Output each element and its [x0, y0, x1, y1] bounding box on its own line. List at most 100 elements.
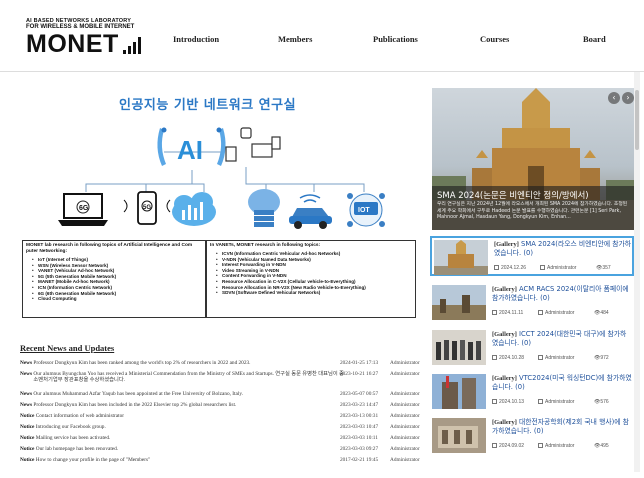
gallery-item[interactable]: [Gallery] ICCT 2024(대한민국 대구)에 참가하였습니다. (…: [430, 328, 634, 368]
news-row[interactable]: Notice Our lab homepage has been renovat…: [20, 446, 428, 457]
news-category: Notice: [20, 446, 35, 452]
vanet-topics-heading: In VANETs, MONET research in following t…: [210, 243, 321, 248]
news-author: Administrator: [390, 457, 420, 463]
gallery-author: Administrator: [545, 355, 575, 361]
gallery-meta: 2024.10.28 Administrator 👁 972: [492, 355, 632, 363]
slider-prev-icon[interactable]: ‹: [608, 92, 620, 104]
gallery-thumb[interactable]: [432, 418, 486, 453]
news-date: 2023-05-07 00:57: [340, 391, 379, 397]
news-text[interactable]: Professor Dongkyun Kim has been included…: [33, 402, 236, 408]
gallery-author: Administrator: [547, 265, 577, 271]
gallery-tag: [Gallery]: [492, 419, 517, 426]
gallery-thumb[interactable]: [432, 285, 486, 320]
gallery-tag: [Gallery]: [494, 241, 519, 248]
gallery-meta: 2024.09.02 Administrator 👁 495: [492, 443, 632, 451]
gallery-item[interactable]: [Gallery] VTC2024(미국 워싱턴DC)에 참가하였습니다. (0…: [430, 372, 634, 412]
server-cloud-icon: [248, 189, 280, 227]
news-author: Administrator: [390, 424, 420, 430]
logo-text: MONET: [26, 30, 119, 58]
phone-5g-icon: 5G: [123, 191, 171, 225]
news-row[interactable]: News Our alumnus Muhammad Azfar Yaqub ha…: [20, 391, 428, 402]
news-author: Administrator: [390, 402, 420, 408]
nav-publications[interactable]: Publications: [373, 34, 418, 48]
slider-next-icon[interactable]: ›: [622, 92, 634, 104]
news-category: Notice: [20, 435, 35, 441]
news-category: News: [20, 402, 33, 408]
news-row[interactable]: Notice Introducing our Facebook group. 2…: [20, 424, 428, 435]
gallery-author: Administrator: [545, 443, 575, 449]
gallery-title[interactable]: [Gallery] ICCT 2024(대한민국 대구)에 참가하였습니다. (…: [492, 330, 632, 348]
gallery-item[interactable]: [Gallery] SMA 2024(라오스 비엔티안에 참가하였습니다. (0…: [430, 236, 634, 276]
news-text[interactable]: Mailing service has been activated.: [36, 435, 111, 441]
topic-item: Cloud Computing: [32, 296, 202, 302]
news-text[interactable]: Introducing our Facebook group.: [36, 424, 106, 430]
research-infographic: 인공지능 기반 네트워크 연구실 6G 5G IOT AI MONET lab …: [14, 92, 422, 322]
user-icon: [538, 399, 543, 404]
news-category: News: [20, 360, 33, 366]
news-row[interactable]: News Professor Dongkyun Kim has been ran…: [20, 360, 428, 371]
gallery-thumb[interactable]: [432, 374, 486, 409]
news-date: 2024-01-25 17:13: [340, 360, 379, 366]
vanet-topics-box: In VANETs, MONET research in following t…: [206, 240, 416, 318]
news-row[interactable]: News Professor Dongkyun Kim has been inc…: [20, 402, 428, 413]
gallery-views: 972: [600, 355, 609, 361]
network-diagram: 6G 5G IOT: [58, 127, 385, 229]
recent-news-title[interactable]: Recent News and Updates: [20, 343, 114, 353]
news-row[interactable]: Notice How to change your profile in the…: [20, 457, 428, 468]
gallery-slider[interactable]: SMA 2024(논문은 비엔티안 정의/방에서) 우리 연구실은 지난 202…: [432, 88, 634, 230]
news-text[interactable]: Our alumnus Byungchan Yoo has received a…: [33, 371, 345, 383]
news-text[interactable]: Contact information of web administrator: [36, 413, 124, 419]
news-category: News: [20, 391, 33, 397]
scrollbar-thumb[interactable]: [635, 90, 639, 150]
news-category: Notice: [20, 424, 35, 430]
user-icon: [538, 355, 543, 360]
news-row[interactable]: News Our alumnus Byungchan Yoo has recei…: [20, 371, 428, 391]
gallery-date: 2024.12.26: [501, 265, 527, 271]
user-icon: [538, 310, 543, 315]
news-text[interactable]: Our alumnus Muhammad Azfar Yaqub has bee…: [33, 391, 243, 397]
news-text[interactable]: Professor Dongkyun Kim has been ranked a…: [33, 360, 250, 366]
gallery-title[interactable]: [Gallery] ACM RACS 2024(이탈리아 폼페이에 참가하였습니…: [492, 285, 632, 303]
nav-board[interactable]: Board: [583, 34, 606, 48]
news-author: Administrator: [390, 371, 420, 377]
nav-introduction[interactable]: Introduction: [173, 34, 219, 48]
news-category: Notice: [20, 413, 35, 419]
gallery-title[interactable]: [Gallery] 대한전자공학회(제2회 국내 행사)에 참가하였습니다. (…: [492, 418, 632, 436]
news-date: 2023-03-23 14:47: [340, 402, 379, 408]
gallery-title[interactable]: [Gallery] SMA 2024(라오스 비엔티안에 참가하였습니다. (0…: [494, 240, 634, 258]
gallery-date: 2024.10.13: [499, 399, 525, 405]
gallery-thumb[interactable]: [432, 330, 486, 365]
monet-logo[interactable]: AI BASED NETWORKS LABORATORY FOR WIRELES…: [26, 18, 146, 60]
news-row[interactable]: Notice Contact information of web admini…: [20, 413, 428, 424]
gallery-thumb[interactable]: [434, 240, 488, 275]
gallery-author: Administrator: [545, 310, 575, 316]
calendar-icon: [492, 443, 497, 448]
gallery-title[interactable]: [Gallery] VTC2024(미국 워싱턴DC)에 참가하였습니다. (0…: [492, 374, 632, 392]
gallery-date: 2024.10.28: [499, 355, 525, 361]
news-date: 2023-03-03 10:11: [340, 435, 378, 441]
cloud-analytics-icon: [172, 192, 216, 226]
nav-members[interactable]: Members: [278, 34, 312, 48]
comment-count: (0): [533, 427, 544, 436]
news-author: Administrator: [390, 391, 420, 397]
news-row[interactable]: Notice Mailing service has been activate…: [20, 435, 428, 446]
gallery-date: 2024.11.11: [499, 310, 524, 316]
news-text[interactable]: Our lab homepage has been renovated.: [36, 446, 118, 452]
news-text[interactable]: How to change your profile in the page o…: [36, 457, 151, 463]
gallery-item[interactable]: [Gallery] ACM RACS 2024(이탈리아 폼페이에 참가하였습니…: [430, 283, 634, 323]
nav-courses[interactable]: Courses: [480, 34, 509, 48]
gallery-tag: [Gallery]: [492, 331, 517, 338]
slider-caption-title[interactable]: SMA 2024(논문은 비엔티안 정의/방에서): [437, 189, 589, 201]
gallery-item[interactable]: [Gallery] 대한전자공학회(제2회 국내 행사)에 참가하였습니다. (…: [430, 416, 634, 456]
news-category: News: [20, 371, 33, 377]
gallery-meta: 2024.11.11 Administrator 👁 484: [492, 310, 632, 318]
user-icon: [540, 265, 545, 270]
comment-count: (0): [523, 249, 533, 258]
gallery-views: 484: [600, 310, 609, 316]
5g-label: 5G: [143, 205, 151, 211]
gallery-meta: 2024.12.26 Administrator 👁 357: [494, 265, 634, 273]
vanet-topic-item: SDVN (Software Defined Vehicular Network…: [216, 290, 412, 296]
vanet-topics-list: ICVN (Information Centric Vehicular Ad-h…: [216, 251, 412, 296]
laptop-6g-icon: 6G: [58, 193, 108, 226]
logo-wordmark: MONET: [26, 31, 146, 57]
